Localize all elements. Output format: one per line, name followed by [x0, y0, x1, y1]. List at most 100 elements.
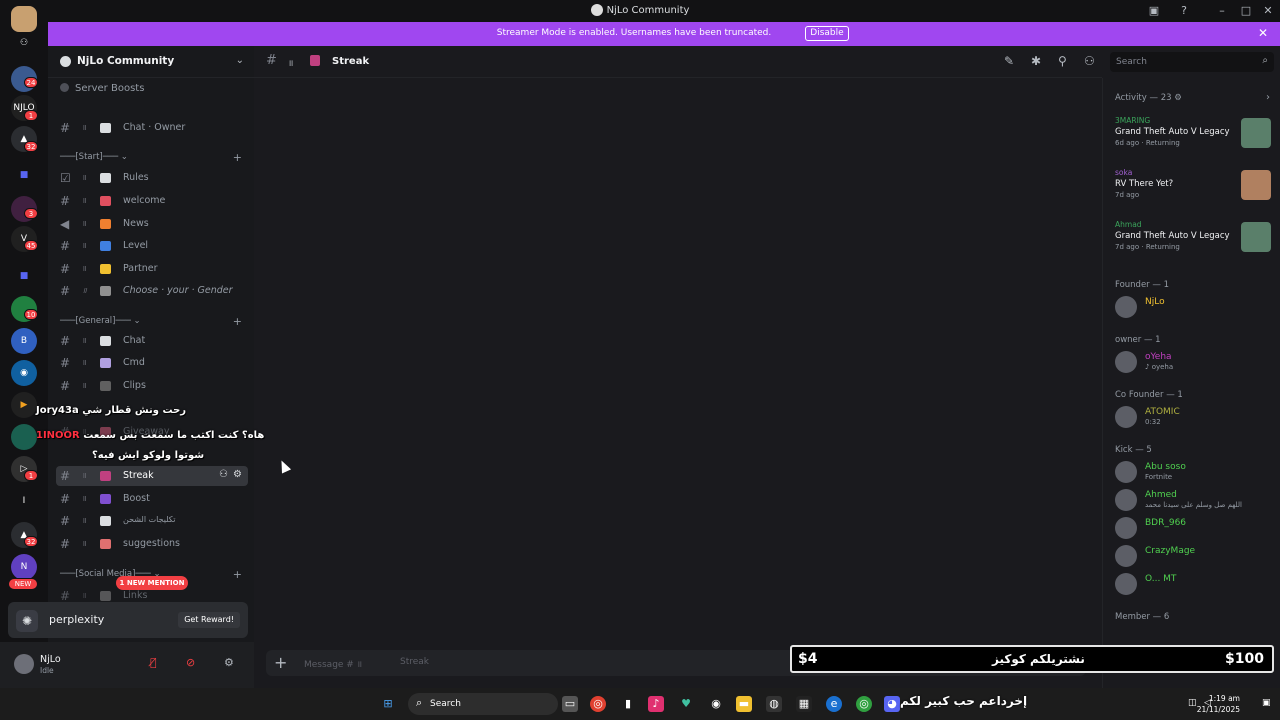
game-thumbnail — [1241, 118, 1271, 148]
minimize-button[interactable]: – — [1214, 3, 1230, 19]
maximize-button[interactable]: □ — [1238, 3, 1254, 19]
member-status: Fortnite — [1145, 473, 1173, 481]
hash-icon: # — [60, 492, 71, 506]
store-icon[interactable]: ▦ — [796, 696, 812, 712]
help-icon[interactable]: ? — [1176, 3, 1192, 19]
wave-icon — [100, 196, 111, 206]
avatar — [1115, 296, 1137, 318]
channel-item[interactable]: # ॥ Clips — [56, 376, 248, 396]
member-item[interactable]: O... MT — [1115, 572, 1275, 596]
notification-icon[interactable]: ▣ — [1262, 698, 1271, 708]
app-icon[interactable]: ◍ — [766, 696, 782, 712]
new-badge: NEW — [8, 578, 38, 590]
invite-icon[interactable]: ⚇ — [219, 469, 228, 480]
mouse-cursor — [276, 458, 292, 474]
category-general[interactable]: ───[General]─── ⌄ + — [60, 315, 248, 330]
channel-item[interactable]: # ॥ welcome — [56, 191, 248, 211]
member-item[interactable]: oYeha ♪ oyeha — [1115, 350, 1275, 374]
avatar[interactable] — [14, 654, 34, 674]
threads-icon[interactable]: ✎ — [1004, 54, 1014, 68]
chevron-down-icon: ⌄ — [235, 55, 244, 66]
gear-icon[interactable]: ⚙ — [224, 656, 234, 669]
member-item[interactable]: Ahmed اللهم صل وسلم على سيدنا محمد — [1115, 488, 1275, 512]
get-reward-button[interactable]: Get Reward! — [178, 612, 240, 628]
task-view-icon[interactable]: ▭ — [562, 696, 578, 712]
inbox-icon[interactable]: ▣ — [1146, 3, 1162, 19]
chevron-right-icon[interactable]: › — [1266, 92, 1270, 103]
deafen-icon[interactable]: ⊘ — [186, 656, 195, 669]
file-icon[interactable]: ▮ — [620, 696, 636, 712]
disable-button[interactable]: Disable — [805, 26, 849, 41]
start-button-icon[interactable]: ⊞ — [380, 696, 396, 712]
member-list-icon[interactable]: ⚇ — [1084, 54, 1095, 68]
taskbar-search[interactable]: ⌕ Search — [408, 693, 558, 715]
mute-icon[interactable]: 🎙̸ — [150, 656, 157, 669]
activity-card[interactable]: soka RV There Yet? 7d ago — [1115, 168, 1275, 212]
activity-user: 3MARING — [1115, 116, 1151, 125]
edge-icon[interactable]: e — [826, 696, 842, 712]
search-icon: ⌕ — [1262, 55, 1268, 66]
channel-item[interactable]: # ॥ Level — [56, 236, 248, 256]
game-thumbnail — [1241, 222, 1271, 252]
activity-header[interactable]: Activity — 23 ⚙ — [1115, 93, 1182, 103]
channel-item[interactable]: ☑ ॥ Rules — [56, 168, 248, 188]
discord-icon[interactable]: ◕ — [884, 696, 900, 712]
folder-icon[interactable]: ■ — [11, 263, 37, 289]
member-name: BDR_966 — [1145, 518, 1187, 528]
chrome-icon[interactable]: ◎ — [856, 696, 872, 712]
guild-header[interactable]: NjLo Community ⌄ — [48, 46, 254, 78]
member-item[interactable]: CrazyMage — [1115, 544, 1275, 568]
add-attachment-icon[interactable]: + — [274, 653, 287, 672]
hash-icon: # — [60, 514, 71, 528]
channel-item[interactable]: # ॥ Choose · your · Gender — [56, 281, 248, 301]
notification-bell-icon[interactable]: ✱ — [1031, 54, 1041, 68]
add-channel-icon[interactable]: + — [233, 568, 242, 581]
mention-badge: 3 — [24, 208, 38, 219]
donation-goal-text: نشتريلكم كوكيز — [992, 652, 1085, 666]
channel-item-active[interactable]: # ॥ Streak ⚙ ⚇ — [56, 466, 248, 486]
channel-item[interactable]: # ॥ تكليجات الشحن — [56, 511, 248, 531]
add-channel-icon[interactable]: + — [233, 151, 242, 164]
folder-icon[interactable]: ▬ — [736, 696, 752, 712]
new-mention-pill[interactable]: 1 NEW MENTION — [116, 576, 188, 590]
add-channel-icon[interactable]: + — [233, 315, 242, 328]
chrome-icon[interactable]: ◎ — [590, 696, 606, 712]
direct-messages-avatar[interactable] — [11, 6, 37, 32]
server-icon[interactable] — [11, 424, 37, 450]
channel-item[interactable]: ◀ ॥ News — [56, 214, 248, 234]
donation-current: $4 — [798, 651, 818, 667]
user-name: NjLo — [40, 654, 61, 665]
channel-item[interactable]: # ॥ suggestions — [56, 534, 248, 554]
member-item[interactable]: BDR_966 — [1115, 516, 1275, 540]
channel-item[interactable]: # ॥ Chat — [56, 331, 248, 351]
server-icon[interactable]: ▶ — [11, 392, 37, 418]
activity-card[interactable]: 3MARING Grand Theft Auto V Legacy 6d ago ·… — [1115, 116, 1275, 160]
server-icon[interactable]: B — [11, 328, 37, 354]
hash-icon: # — [60, 589, 71, 603]
network-icon[interactable]: ◫ — [1188, 698, 1197, 708]
server-icon[interactable]: I — [11, 488, 37, 514]
handshake-icon — [100, 264, 111, 274]
app-icon[interactable]: ♥ — [678, 696, 694, 712]
close-window-button[interactable]: ✕ — [1260, 3, 1276, 19]
category-start[interactable]: ───[Start]─── ⌄ + — [60, 151, 248, 166]
folder-icon[interactable]: ■ — [11, 162, 37, 188]
pin-icon[interactable]: ⚲ — [1058, 54, 1067, 68]
member-item[interactable]: ATOMIC 0:32 — [1115, 405, 1275, 429]
activity-card[interactable]: Ahmad Grand Theft Auto V Legacy 7d ago · R… — [1115, 220, 1275, 264]
settings-icon[interactable]: ⚙ — [233, 469, 242, 480]
channel-item[interactable]: # ॥ Chat · Owner — [56, 118, 248, 138]
member-item[interactable]: NjLo — [1115, 295, 1275, 319]
channel-item[interactable]: # ॥ Boost — [56, 489, 248, 509]
server-icon[interactable]: N — [11, 554, 37, 580]
server-icon[interactable]: ◉ — [11, 360, 37, 386]
obs-icon[interactable]: ◉ — [708, 696, 724, 712]
member-item[interactable]: Abu soso Fortnite — [1115, 460, 1275, 484]
server-boosts[interactable]: Server Boosts — [60, 83, 144, 94]
clock[interactable]: 1:19 am 21/11/2025 — [1197, 693, 1240, 715]
channel-item[interactable]: # ॥ Cmd — [56, 353, 248, 373]
channel-item[interactable]: # ॥ Partner — [56, 259, 248, 279]
search-input[interactable]: Search ⌕ — [1110, 52, 1274, 72]
tiktok-icon[interactable]: ♪ — [648, 696, 664, 712]
close-icon[interactable]: ✕ — [1258, 26, 1268, 40]
